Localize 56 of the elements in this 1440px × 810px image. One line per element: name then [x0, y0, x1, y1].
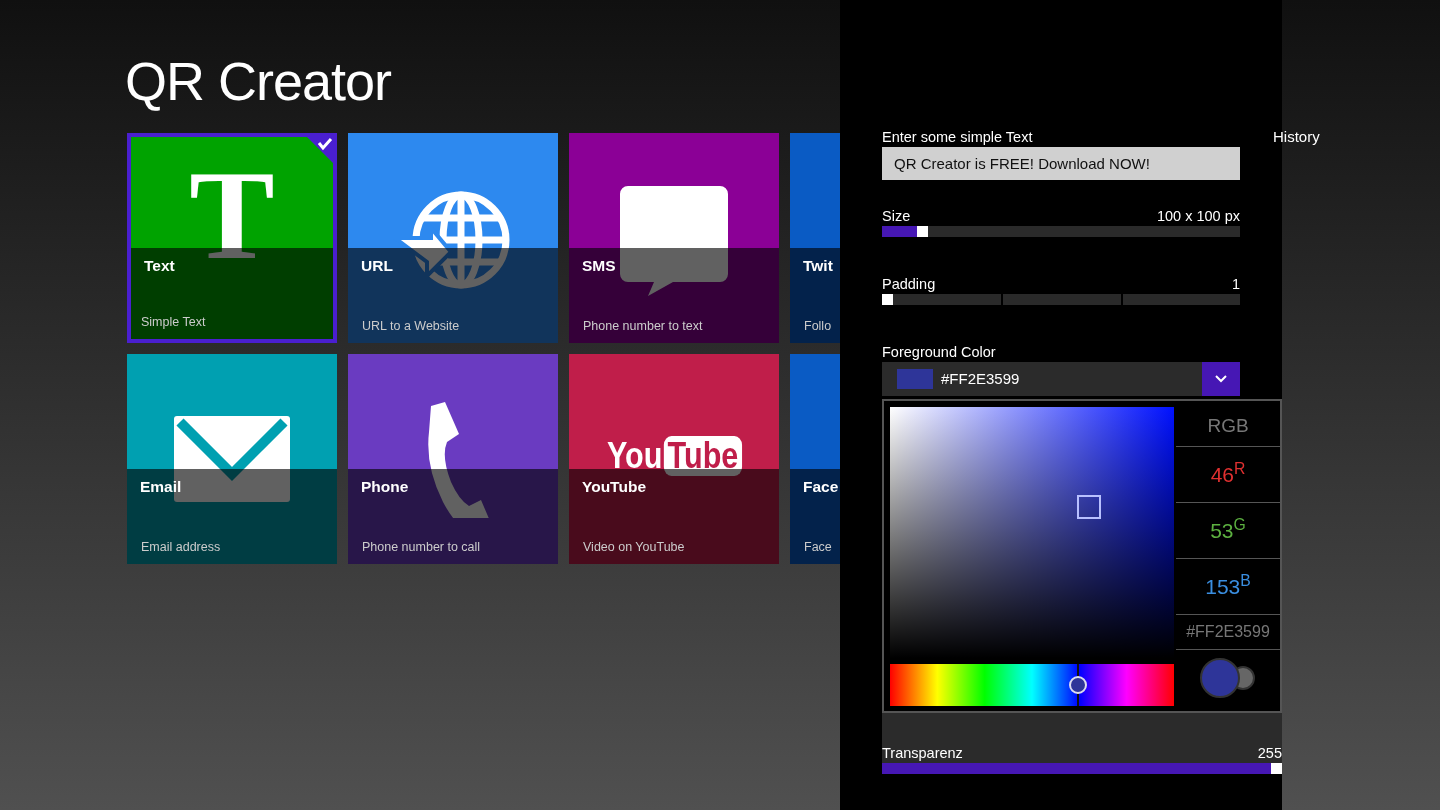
tile-title: Text [144, 256, 175, 277]
tile-subtitle: Face [804, 538, 832, 556]
slider-label: Transparenz [882, 744, 963, 763]
category-tile[interactable]: Twit Follo [790, 133, 840, 344]
saturation-value-area[interactable] [890, 407, 1174, 658]
slider-thumb[interactable] [916, 226, 928, 237]
channel-value[interactable]: 53$^{G}$ [1210, 514, 1246, 547]
category-tile[interactable]: Phone Phone number to call [348, 354, 558, 565]
category-tile[interactable]: Text T Simple Text [127, 133, 337, 344]
tile-title: Face [803, 477, 839, 498]
category-tile[interactable]: Face Face [790, 354, 840, 565]
slider-value: 1 [1231, 275, 1240, 294]
text-input-field[interactable]: QR Creator is FREE! Download NOW! [882, 147, 1240, 180]
tile-subtitle: Phone number to text [583, 317, 703, 335]
slider-track[interactable] [882, 226, 1240, 237]
tile-title: Email [140, 477, 182, 498]
tile-title: Phone [361, 477, 409, 498]
tile-subtitle: URL to a Website [362, 317, 460, 335]
slider-label: Padding [882, 275, 936, 294]
slider-label: Size [882, 207, 911, 226]
tile-subtitle: Video on YouTube [583, 538, 685, 556]
slider-value: 255 [1257, 744, 1282, 763]
slider-thumb[interactable] [1271, 763, 1282, 774]
category-tile[interactable]: SMS Phone number to text [569, 133, 779, 344]
category-tile[interactable]: YouTube YouTube Video on YouTube [569, 354, 779, 565]
hex-value[interactable]: #FF2E3599 [1186, 620, 1270, 644]
color-mode-label[interactable]: RGB [1207, 412, 1249, 441]
picker-cursor[interactable] [1076, 495, 1101, 520]
category-tile[interactable]: URL URL to a Website [348, 133, 558, 344]
tile-title: URL [361, 256, 393, 277]
channel-value[interactable]: 46$^{R}$ [1210, 458, 1246, 491]
tile-title: SMS [582, 256, 616, 277]
hue-thumb[interactable] [1069, 676, 1088, 694]
field-label: Foreground Color [882, 343, 997, 362]
slider-value: 100 x 100 px [1156, 207, 1240, 226]
app-title: QR Creator [125, 52, 393, 112]
chevron-icon [1215, 375, 1227, 383]
tile-subtitle: Follo [804, 317, 832, 335]
dropdown-toggle-button[interactable] [1202, 362, 1240, 396]
tile-title: YouTube [582, 477, 646, 498]
tile-subtitle: Phone number to call [362, 538, 481, 556]
letter-icon: T [189, 161, 275, 271]
tile-title: Twit [803, 256, 833, 277]
youtube-logo: YouTube [606, 436, 742, 477]
color-dropdown[interactable]: #FF2E3599 [882, 362, 1202, 396]
color-preview-icon [1199, 656, 1257, 699]
category-tile[interactable]: Email Email address [127, 354, 337, 565]
slider-track[interactable] [882, 294, 1240, 305]
channel-value[interactable]: 153$^{B}$ [1205, 570, 1251, 603]
color-swatch [897, 369, 933, 389]
hue-slider[interactable] [890, 664, 1174, 706]
tile-subtitle: Email address [141, 538, 221, 556]
slider-track[interactable] [882, 763, 1282, 774]
tile-subtitle: Simple Text [141, 313, 206, 331]
slider-thumb[interactable] [882, 294, 893, 305]
history-link[interactable]: History [1273, 126, 1320, 149]
